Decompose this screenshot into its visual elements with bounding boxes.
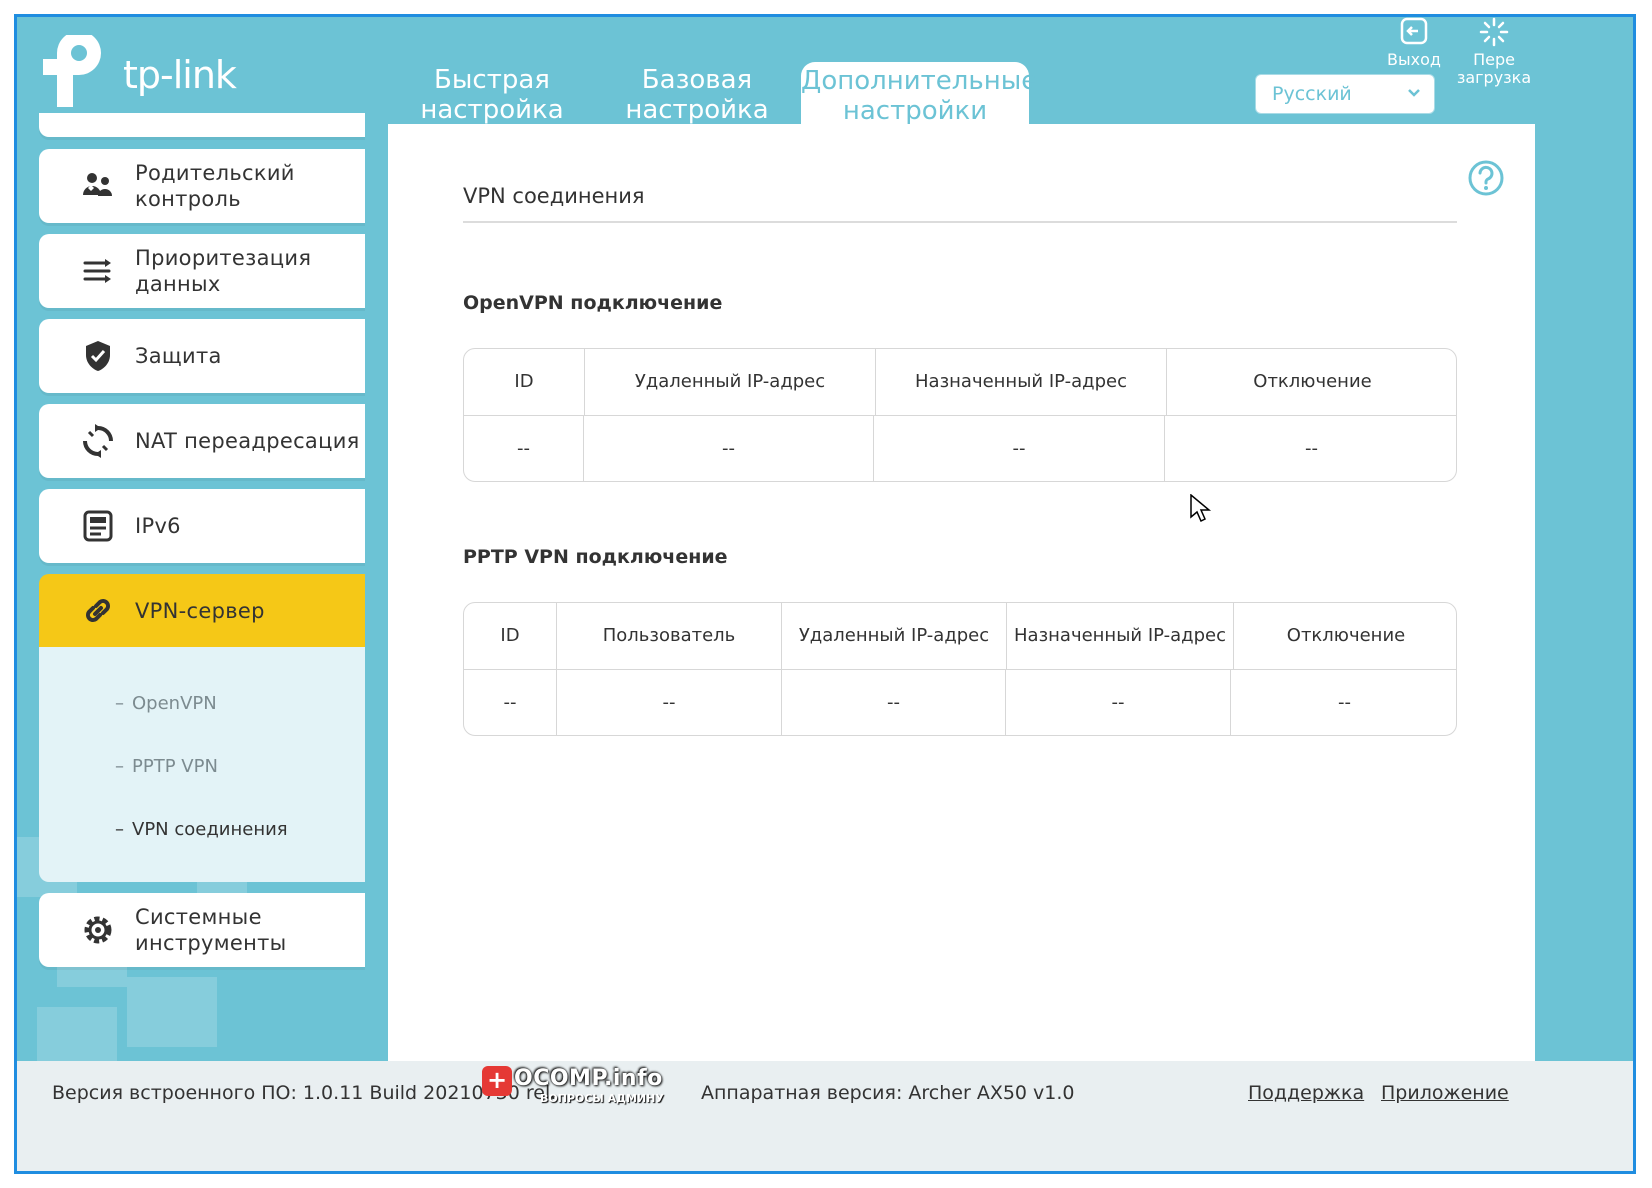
table-cell: --: [874, 416, 1165, 481]
watermark-badge: +: [482, 1066, 512, 1096]
parental-control-icon: [83, 173, 112, 196]
decor-square: [127, 977, 217, 1047]
decor-square: [37, 1007, 117, 1067]
column-header: Удаленный IP-адрес: [782, 603, 1007, 669]
tab-quick-setup[interactable]: Быстрая настройка: [412, 65, 572, 131]
submenu-dash: –: [115, 756, 124, 777]
language-select[interactable]: Русский: [1255, 74, 1435, 114]
title-divider: [463, 221, 1457, 223]
sidebar-item-label: IPv6: [135, 514, 181, 538]
sidebar-item-nat-forwarding[interactable]: NAT переадресация: [39, 404, 365, 478]
tab-basic[interactable]: Базовая настройка: [617, 65, 777, 131]
column-header: Удаленный IP-адрес: [585, 349, 876, 415]
chevron-down-icon: [1408, 89, 1420, 97]
submenu-item-vpn-connections[interactable]: – VPN соединения: [115, 819, 288, 840]
openvpn-section-title: OpenVPN подключение: [463, 292, 723, 314]
submenu-dash: –: [115, 693, 124, 714]
openvpn-table: ID Удаленный IP-адрес Назначенный IP-адр…: [463, 348, 1457, 482]
tab-label: настройки: [842, 96, 988, 126]
sidebar-item-partial[interactable]: [39, 113, 365, 137]
reboot-icon: [1479, 17, 1509, 47]
tab-label: настройка: [420, 95, 564, 125]
sidebar-item-label: Родительский контроль: [135, 161, 295, 211]
tp-link-logo-icon: [43, 31, 101, 107]
sidebar-item-parental-control[interactable]: Родительский контроль: [39, 149, 365, 223]
shield-icon: [86, 341, 110, 371]
table-cell: --: [584, 416, 874, 481]
table-row: -- -- -- -- --: [464, 669, 1456, 735]
tab-advanced[interactable]: Дополнительные настройки: [801, 62, 1038, 126]
column-header: ID: [464, 603, 557, 669]
nat-forwarding-icon: [83, 424, 113, 458]
watermark-text: OCOMP.info: [514, 1066, 663, 1091]
column-header: Назначенный IP-адрес: [1007, 603, 1234, 669]
help-icon[interactable]: [1466, 158, 1506, 198]
support-link[interactable]: Поддержка: [1248, 1082, 1364, 1104]
table-header-row: ID Пользователь Удаленный IP-адрес Назна…: [464, 603, 1456, 669]
table-cell: --: [557, 670, 782, 735]
hardware-version: Аппаратная версия: Archer AX50 v1.0: [701, 1082, 1075, 1104]
qos-icon: [83, 259, 111, 283]
logout-icon: [1400, 17, 1428, 45]
submenu-item-pptp-vpn[interactable]: – PPTP VPN: [115, 756, 218, 777]
page-title: VPN соединения: [463, 184, 645, 208]
tab-label: Быстрая: [434, 65, 550, 95]
watermark-subtext: ВОПРОСЫ АДМИНУ: [540, 1092, 664, 1105]
sidebar-item-label: Защита: [135, 344, 222, 368]
language-value: Русский: [1272, 83, 1352, 105]
pptp-table: ID Пользователь Удаленный IP-адрес Назна…: [463, 602, 1457, 736]
table-row: -- -- -- --: [464, 415, 1456, 481]
column-header: ID: [464, 349, 585, 415]
table-cell: --: [1338, 692, 1351, 713]
logout-label: Выход: [1387, 50, 1441, 69]
watermark-logo: + OCOMP.info ВОПРОСЫ АДМИНУ: [470, 1062, 680, 1110]
reboot-label: загрузка: [1456, 68, 1532, 87]
sidebar-item-label: Системные инструменты: [135, 905, 287, 955]
sidebar-item-label: VPN-сервер: [135, 599, 265, 623]
router-admin-window: tp-link Быстрая настройка Базовая настро…: [14, 14, 1636, 1174]
sidebar-item-security[interactable]: Защита: [39, 319, 365, 393]
link-icon: [86, 599, 110, 622]
submenu-label: PPTP VPN: [132, 756, 218, 777]
gear-icon: [84, 916, 112, 944]
column-header: Отключение: [1253, 371, 1372, 392]
mouse-cursor-icon: [1190, 494, 1212, 523]
reboot-label: Пере: [1473, 50, 1515, 69]
sidebar-item-vpn-server[interactable]: VPN-сервер: [39, 574, 365, 648]
column-header: Пользователь: [557, 603, 782, 669]
reboot-button[interactable]: Пере загрузка: [1449, 17, 1539, 87]
app-link[interactable]: Приложение: [1381, 1082, 1509, 1104]
sidebar-item-ipv6[interactable]: IPv6: [39, 489, 365, 563]
sidebar-item-qos[interactable]: Приоритезация данных: [39, 234, 365, 308]
sidebar-item-label: Приоритезация данных: [135, 246, 312, 296]
table-header-row: ID Удаленный IP-адрес Назначенный IP-адр…: [464, 349, 1456, 415]
sidebar-item-system-tools[interactable]: Системные инструменты: [39, 893, 365, 967]
brand-name: tp-link: [123, 53, 237, 97]
table-cell: --: [1006, 670, 1231, 735]
logout-button[interactable]: Выход: [1369, 17, 1459, 69]
submenu-label: OpenVPN: [132, 693, 217, 714]
column-header: Отключение: [1286, 625, 1406, 646]
tab-label: Дополнительные: [801, 66, 1038, 96]
main-content: VPN соединения OpenVPN подключение ID Уд…: [388, 124, 1535, 1061]
table-cell: --: [782, 670, 1006, 735]
table-cell: --: [1305, 438, 1318, 459]
sidebar-item-label: NAT переадресация: [135, 429, 360, 453]
submenu-item-openvpn[interactable]: – OpenVPN: [115, 693, 217, 714]
tab-label: Базовая: [641, 65, 753, 95]
table-cell: --: [464, 670, 557, 735]
table-cell: --: [464, 416, 584, 481]
tp-link-logo[interactable]: tp-link: [39, 31, 259, 115]
pptp-section-title: PPTP VPN подключение: [463, 546, 728, 568]
submenu-dash: –: [115, 819, 124, 840]
tab-label: настройка: [625, 95, 769, 125]
submenu-label: VPN соединения: [132, 819, 288, 840]
column-header: Назначенный IP-адрес: [876, 349, 1167, 415]
ipv6-icon: [83, 510, 113, 542]
vpn-submenu: – OpenVPN – PPTP VPN – VPN соединения: [39, 647, 365, 882]
footer: Версия встроенного ПО: 1.0.11 Build 2021…: [17, 1061, 1633, 1171]
